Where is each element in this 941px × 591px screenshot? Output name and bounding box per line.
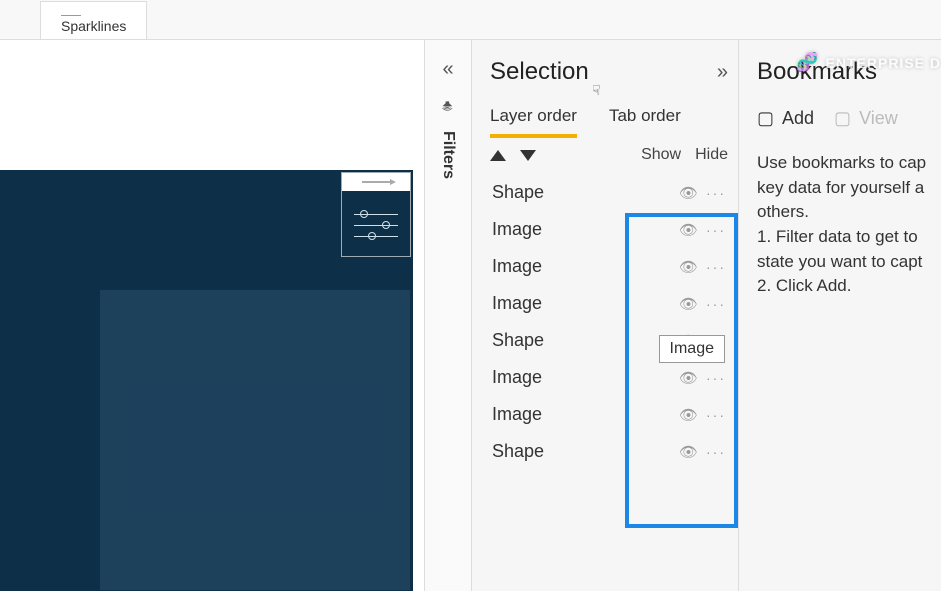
- pen-icon: [362, 181, 390, 183]
- more-icon[interactable]: ···: [706, 296, 726, 312]
- cursor-pointer-icon: ☟: [592, 82, 601, 99]
- layer-item[interactable]: Image 👁 ···: [490, 248, 728, 285]
- layer-item[interactable]: Image 👁 ···: [490, 285, 728, 322]
- slicer-visual[interactable]: [341, 172, 411, 257]
- hide-column-label: Hide: [695, 146, 728, 164]
- more-icon[interactable]: ···: [706, 222, 726, 238]
- visibility-icon[interactable]: 👁: [679, 295, 698, 313]
- layer-item-label: Shape: [492, 330, 544, 351]
- more-icon[interactable]: ···: [706, 259, 726, 275]
- filters-label: Filters: [439, 131, 457, 179]
- layer-item[interactable]: Shape 👁 ···: [490, 174, 728, 211]
- watermark: 🧬 ENTERPRISE D: [796, 52, 941, 73]
- tab-layer-order[interactable]: Layer order: [490, 106, 577, 138]
- visual-placeholder[interactable]: [100, 290, 410, 590]
- more-icon[interactable]: ···: [706, 370, 726, 386]
- visibility-icon[interactable]: 👁: [679, 258, 698, 276]
- more-icon[interactable]: ···: [706, 407, 726, 423]
- dna-icon: 🧬: [796, 52, 819, 73]
- layer-item-label: Image: [492, 367, 542, 388]
- bookmarks-pane: 🧬 ENTERPRISE D Bookmarks ▢ Add ▢ View Us…: [739, 40, 941, 591]
- move-up-button[interactable]: [490, 150, 506, 161]
- visibility-icon[interactable]: 👁: [679, 184, 698, 202]
- tab-tab-order[interactable]: Tab order: [609, 106, 681, 138]
- layer-item[interactable]: Image 👁 ···: [490, 396, 728, 433]
- visual-header[interactable]: [342, 173, 410, 191]
- report-canvas[interactable]: [0, 40, 425, 591]
- collapse-selection-icon[interactable]: »: [717, 61, 728, 84]
- layer-item[interactable]: Shape 👁 ···: [490, 433, 728, 470]
- add-bookmark-button[interactable]: ▢ Add: [757, 108, 814, 129]
- view-icon: ▢: [834, 108, 851, 129]
- layer-item-label: Image: [492, 256, 542, 277]
- bookmark-icon: ▢: [757, 108, 774, 129]
- layer-item[interactable]: Image 👁 ···: [490, 359, 728, 396]
- view-bookmark-button: ▢ View: [834, 108, 898, 129]
- show-column-label: Show: [641, 146, 681, 164]
- visibility-icon[interactable]: 👁: [679, 221, 698, 239]
- report-page[interactable]: [0, 170, 413, 591]
- more-icon[interactable]: ···: [706, 444, 726, 460]
- tooltip: Image: [659, 335, 725, 363]
- layer-item-label: Image: [492, 293, 542, 314]
- layer-item-label: Shape: [492, 182, 544, 203]
- move-down-button[interactable]: [520, 150, 536, 161]
- layer-list: ☟ Shape 👁··· Image 👁··· Image 👁··· Image…: [490, 174, 728, 470]
- ribbon-group-sparklines[interactable]: Sparklines: [40, 1, 147, 39]
- visibility-icon[interactable]: 👁: [679, 369, 698, 387]
- ribbon-bar: Sparklines: [0, 0, 941, 40]
- layer-item-label: Image: [492, 219, 542, 240]
- bookmarks-help-text: Use bookmarks to cap key data for yourse…: [757, 151, 941, 299]
- visibility-icon[interactable]: 👁: [679, 443, 698, 461]
- layer-item-label: Image: [492, 404, 542, 425]
- expand-filters-icon[interactable]: «: [442, 58, 453, 81]
- view-label: View: [859, 108, 898, 129]
- ribbon-group-label: Sparklines: [61, 18, 126, 34]
- sliders-icon: [342, 191, 410, 253]
- filters-pane-collapsed: « 🕪 Filters: [425, 40, 472, 591]
- layer-item-label: Shape: [492, 441, 544, 462]
- watermark-text: ENTERPRISE D: [826, 55, 941, 71]
- selection-pane: Selection » Layer order Tab order Show H…: [472, 40, 739, 591]
- visibility-icon[interactable]: 👁: [679, 406, 698, 424]
- more-icon[interactable]: ···: [706, 185, 726, 201]
- speaker-icon: 🕪: [439, 101, 457, 111]
- layer-item[interactable]: Image 👁 ···: [490, 211, 728, 248]
- add-label: Add: [782, 108, 814, 129]
- selection-title: Selection: [490, 58, 589, 86]
